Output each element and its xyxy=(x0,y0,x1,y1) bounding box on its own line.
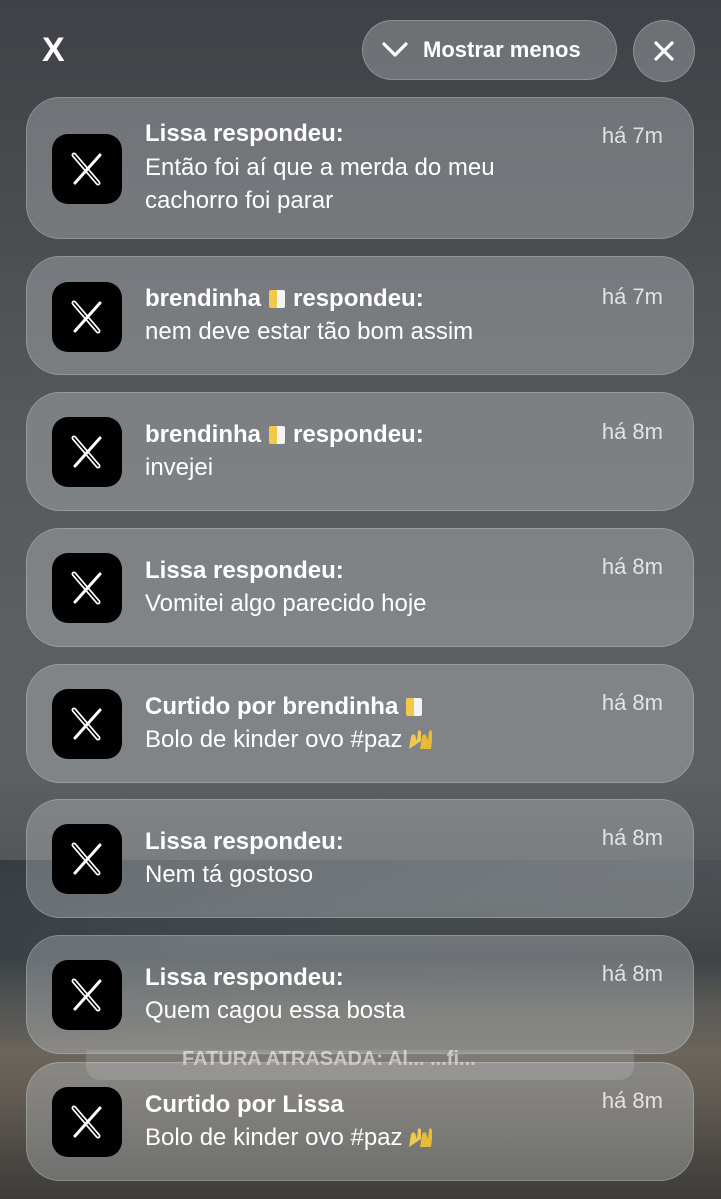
raising-hands-emoji-icon xyxy=(408,1128,432,1147)
show-less-label: Mostrar menos xyxy=(423,37,581,62)
notification-body: Bolo de kinder ovo #paz xyxy=(145,1121,585,1154)
notification-title: Curtido por brendinha xyxy=(145,693,430,721)
notification-card[interactable]: Lissa respondeu: Nem tá gostoso há 8m xyxy=(26,799,694,918)
action-text: respondeu: xyxy=(293,285,424,312)
notification-title: Lissa respondeu: xyxy=(145,557,344,585)
notification-time: há 8m xyxy=(601,825,663,850)
notification-title: Lissa respondeu: xyxy=(145,964,344,992)
x-app-icon xyxy=(52,824,122,894)
body-text: Bolo de kinder ovo #paz xyxy=(145,1124,403,1151)
raising-hands-emoji-icon xyxy=(408,730,432,749)
sender-name: Lissa xyxy=(145,120,207,147)
notification-time: há 8m xyxy=(601,554,663,579)
action-text: respondeu: xyxy=(213,120,344,147)
vatican-flag-icon xyxy=(406,698,423,716)
chevron-down-icon xyxy=(382,42,408,57)
notification-body: Nem tá gostoso xyxy=(145,861,314,888)
show-less-button[interactable]: Mostrar menos xyxy=(362,20,617,80)
notification-time: há 8m xyxy=(601,1088,663,1113)
sender-name: brendinha xyxy=(282,693,399,720)
body-text: Bolo de kinder ovo #paz xyxy=(145,726,403,753)
action-text: respondeu: xyxy=(213,557,344,584)
notification-time: há 7m xyxy=(601,123,663,148)
notification-card[interactable]: brendinha respondeu: nem deve estar tão b… xyxy=(26,256,694,375)
sender-name: Lissa xyxy=(145,828,207,855)
x-app-icon xyxy=(52,134,122,204)
vatican-flag-icon xyxy=(269,290,286,308)
close-button[interactable] xyxy=(633,20,695,82)
notification-card[interactable]: Lissa respondeu: Quem cagou essa bosta h… xyxy=(26,935,694,1054)
notification-time: há 8m xyxy=(601,690,663,715)
x-app-icon xyxy=(52,960,122,1030)
notification-body: nem deve estar tão bom assim xyxy=(145,318,474,345)
liked-by-label: Curtido por xyxy=(145,1091,276,1118)
sender-name: brendinha xyxy=(145,421,262,448)
notification-time: há 7m xyxy=(601,284,663,309)
header: X Mostrar menos xyxy=(0,0,721,96)
close-icon xyxy=(654,41,674,61)
notification-title: brendinha respondeu: xyxy=(145,285,424,313)
sender-name: brendinha xyxy=(145,285,262,312)
liked-by-label: Curtido por xyxy=(145,693,276,720)
x-app-icon xyxy=(52,1087,122,1157)
sender-name: Lissa xyxy=(282,1091,344,1118)
notification-card[interactable]: brendinha respondeu: invejei há 8m xyxy=(26,392,694,511)
notification-time: há 8m xyxy=(601,419,663,444)
notification-time: há 8m xyxy=(601,961,663,986)
sender-name: Lissa xyxy=(145,964,207,991)
x-logo-icon: X xyxy=(42,31,65,69)
notification-body: Vomitei algo parecido hoje xyxy=(145,590,427,617)
action-text: respondeu: xyxy=(213,828,344,855)
notification-body: invejei xyxy=(145,454,214,481)
notification-body: Bolo de kinder ovo #paz xyxy=(145,723,585,756)
notification-card[interactable]: Curtido por brendinha Bolo de kinder ovo… xyxy=(26,664,694,783)
notification-card[interactable]: Lissa respondeu: Então foi aí que a merd… xyxy=(26,97,694,239)
notification-title: Lissa respondeu: xyxy=(145,120,344,148)
notification-body: Quem cagou essa bosta xyxy=(145,997,406,1024)
action-text: respondeu: xyxy=(213,964,344,991)
notification-title: Lissa respondeu: xyxy=(145,828,344,856)
notification-title: brendinha respondeu: xyxy=(145,421,424,449)
x-app-icon xyxy=(52,689,122,759)
notification-title: Curtido por Lissa xyxy=(145,1091,344,1119)
notification-card[interactable]: Curtido por Lissa Bolo de kinder ovo #pa… xyxy=(26,1062,694,1181)
x-app-icon xyxy=(52,282,122,352)
notification-body: Então foi aí que a merda do meu cachorro… xyxy=(145,154,495,214)
x-app-icon xyxy=(52,417,122,487)
x-app-icon xyxy=(52,553,122,623)
vatican-flag-icon xyxy=(269,426,286,444)
notification-card[interactable]: Lissa respondeu: Vomitei algo parecido h… xyxy=(26,528,694,647)
sender-name: Lissa xyxy=(145,557,207,584)
action-text: respondeu: xyxy=(293,421,424,448)
